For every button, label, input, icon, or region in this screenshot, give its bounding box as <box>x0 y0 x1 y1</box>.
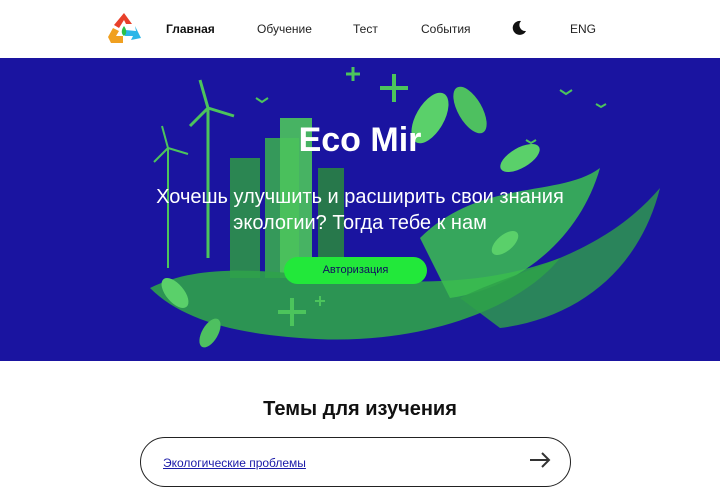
hero-banner: Eco Mir Хочешь улучшить и расширить свои… <box>0 58 720 361</box>
hero-subtitle: Хочешь улучшить и расширить свои знания … <box>156 186 564 234</box>
nav-learning[interactable]: Обучение <box>257 22 312 36</box>
site-header: Главная Обучение Тест События ENG <box>0 0 720 58</box>
topic-link[interactable]: Экологические проблемы <box>163 456 306 470</box>
nav-home[interactable]: Главная <box>166 22 215 36</box>
language-switch[interactable]: ENG <box>570 22 596 36</box>
moon-icon[interactable] <box>511 20 527 36</box>
nav-events[interactable]: События <box>421 22 471 36</box>
login-button[interactable]: Авторизация <box>284 257 427 284</box>
arrow-right-icon[interactable] <box>529 452 551 468</box>
hero-title: Eco Mir <box>298 121 422 159</box>
nav-test[interactable]: Тест <box>353 22 378 36</box>
recycle-logo-icon[interactable] <box>105 10 143 48</box>
topics-heading: Темы для изучения <box>263 398 457 420</box>
